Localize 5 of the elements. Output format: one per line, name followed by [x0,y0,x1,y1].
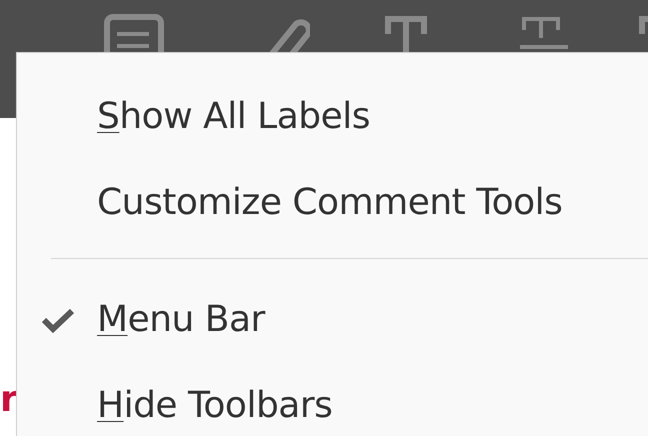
page-text-fragment: r [0,379,18,420]
menu-item[interactable]: Show All Labels [97,99,370,135]
menu-item[interactable]: Hide Toolbars [97,388,332,424]
menu-item[interactable]: Menu Bar [97,302,265,338]
menu-item[interactable]: Customize Comment Tools [97,185,562,221]
